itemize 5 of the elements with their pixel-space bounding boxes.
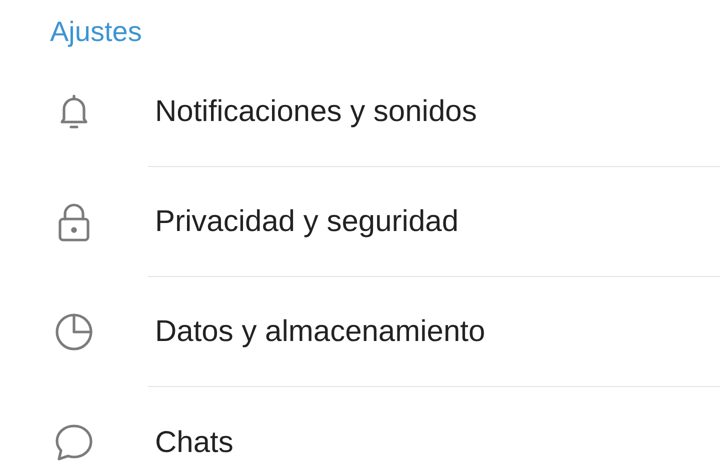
settings-item[interactable]: Privacidad y seguridad	[155, 199, 459, 244]
settings-item[interactable]: Datos y almacenamiento	[155, 309, 486, 354]
settings-item[interactable]: Notificaciones y sonidos	[155, 89, 477, 134]
section-title: Ajustes	[50, 16, 142, 47]
settings-item[interactable]: Chats	[155, 420, 234, 464]
